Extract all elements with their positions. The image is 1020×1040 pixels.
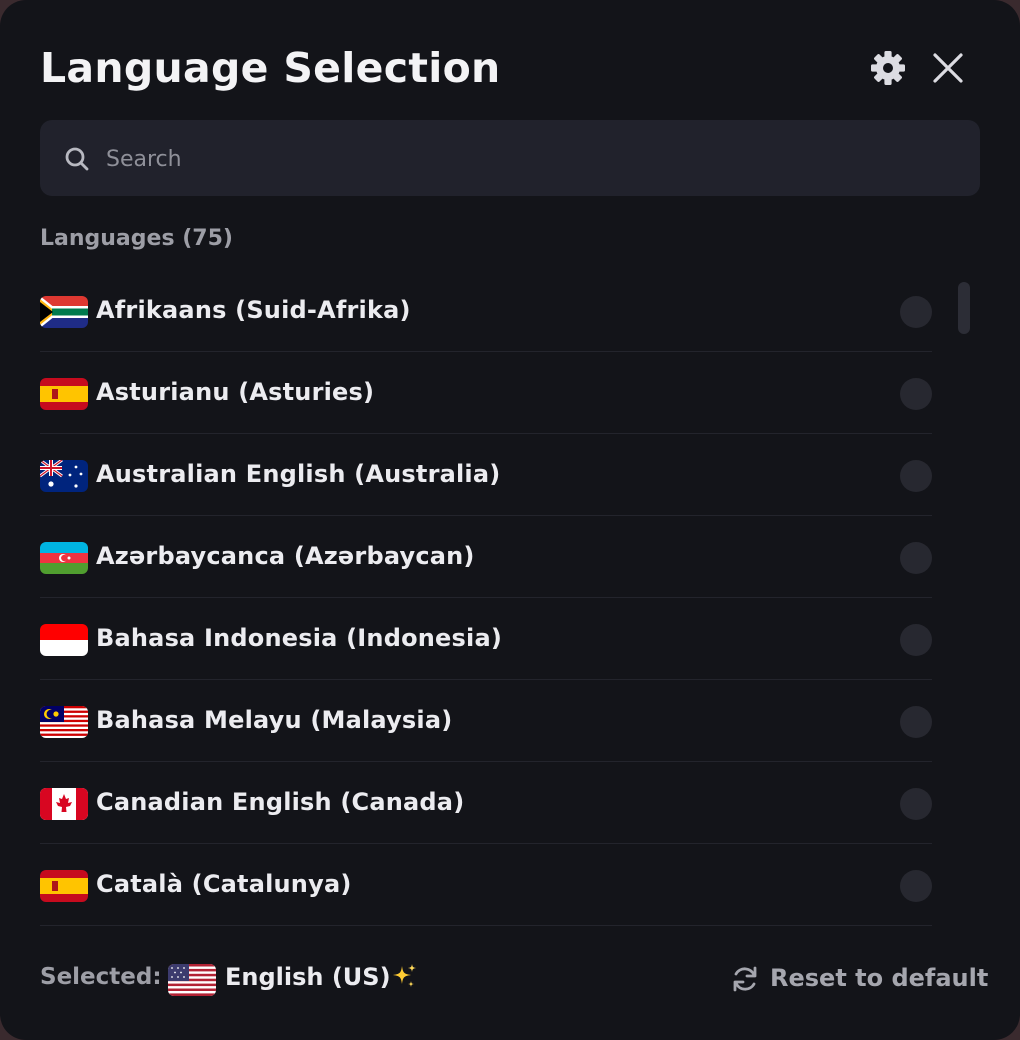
language-item[interactable]: Australian English (Australia)	[40, 434, 932, 516]
language-item[interactable]: Canadian English (Canada)	[40, 762, 932, 844]
canada-flag-icon	[40, 788, 88, 820]
language-list: Afrikaans (Suid-Afrika) Asturianu (Astur…	[40, 270, 932, 926]
language-label: Canadian English (Canada)	[96, 788, 465, 816]
language-item[interactable]: Català (Catalunya)	[40, 844, 932, 926]
spain-flag-icon	[40, 378, 88, 410]
search-icon	[65, 147, 89, 171]
language-radio[interactable]	[900, 706, 932, 738]
language-item[interactable]: Bahasa Melayu (Malaysia)	[40, 680, 932, 762]
language-label: Afrikaans (Suid-Afrika)	[96, 296, 411, 324]
selected-language: English (US)	[225, 963, 391, 991]
settings-button[interactable]	[868, 48, 908, 88]
language-radio[interactable]	[900, 788, 932, 820]
language-radio[interactable]	[900, 378, 932, 410]
gear-icon	[871, 51, 905, 85]
indonesia-flag-icon	[40, 624, 88, 656]
language-radio[interactable]	[900, 624, 932, 656]
usa-flag-icon	[168, 964, 216, 996]
selected-label: Selected:	[40, 964, 162, 990]
close-button[interactable]	[928, 48, 968, 88]
language-radio[interactable]	[900, 542, 932, 574]
refresh-icon	[733, 966, 757, 992]
south-africa-flag-icon	[40, 296, 88, 328]
close-icon	[933, 53, 963, 83]
language-radio[interactable]	[900, 296, 932, 328]
dialog-title: Language Selection	[40, 44, 501, 92]
search-box	[40, 120, 980, 198]
language-item[interactable]: Afrikaans (Suid-Afrika)	[40, 270, 932, 352]
australia-flag-icon	[40, 460, 88, 492]
malaysia-flag-icon	[40, 706, 88, 738]
reset-to-default-button[interactable]: Reset to default	[730, 960, 988, 1000]
language-item[interactable]: Bahasa Indonesia (Indonesia)	[40, 598, 932, 680]
language-label: Bahasa Indonesia (Indonesia)	[96, 624, 503, 652]
language-selection-dialog: Language Selection Search Languages (75)…	[0, 0, 1020, 1040]
language-item[interactable]: Azərbaycanca (Azərbaycan)	[40, 516, 932, 598]
language-item[interactable]: Asturianu (Asturies)	[40, 352, 932, 434]
reset-label: Reset to default	[770, 964, 989, 992]
language-radio[interactable]	[900, 870, 932, 902]
dialog-header: Language Selection	[40, 40, 980, 100]
spain-flag-icon	[40, 870, 88, 902]
language-label: Català (Catalunya)	[96, 870, 352, 898]
dialog-footer: Selected: English (US) Reset to default	[40, 950, 988, 1010]
language-label: Asturianu (Asturies)	[96, 378, 375, 406]
sparkle-icon	[393, 964, 416, 987]
language-label: Australian English (Australia)	[96, 460, 501, 488]
languages-count-label: Languages (75)	[40, 226, 233, 251]
language-label: Bahasa Melayu (Malaysia)	[96, 706, 453, 734]
azerbaijan-flag-icon	[40, 542, 88, 574]
language-label: Azərbaycanca (Azərbaycan)	[96, 542, 475, 570]
search-input[interactable]	[104, 120, 968, 198]
language-radio[interactable]	[900, 460, 932, 492]
list-scrollbar[interactable]	[958, 282, 970, 334]
